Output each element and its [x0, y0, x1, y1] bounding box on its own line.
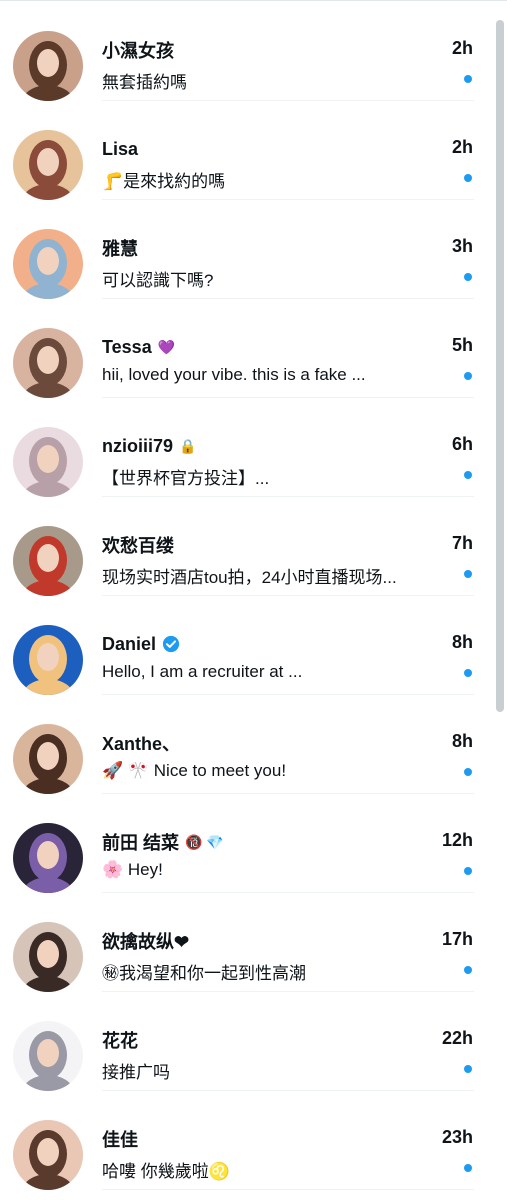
timestamp: 8h: [451, 632, 473, 652]
unread-dot: [464, 570, 472, 578]
conversation-row[interactable]: 欢愁百缕 7h 现场实时酒店tou拍，24小时直播现场...: [0, 495, 490, 596]
message-preview: 哈嘍 你幾歲啦♌: [102, 1162, 230, 1181]
sender-name: Tessa: [102, 336, 152, 357]
avatar-illustrated-man[interactable]: [13, 625, 83, 695]
name-line: Daniel: [102, 632, 180, 656]
name-badge-emoji: 🔞 💎: [185, 833, 224, 850]
message-preview: 無套插約嗎: [102, 73, 187, 92]
avatar-room-figures[interactable]: [13, 526, 83, 596]
timestamp: 7h: [451, 533, 473, 553]
unread-dot: [464, 669, 472, 677]
sender-name: 佳佳: [102, 1130, 138, 1150]
unread-dot: [464, 867, 472, 875]
timestamp: 23h: [441, 1127, 473, 1147]
name-line: Xanthe、: [102, 731, 180, 755]
timestamp: 3h: [451, 236, 473, 256]
avatar-anime-girl[interactable]: [13, 1021, 83, 1091]
unread-dot: [464, 1065, 472, 1073]
conversation-row[interactable]: 前田 结菜 🔞 💎 12h 🌸 Hey!: [0, 792, 490, 893]
avatar-woman-dark[interactable]: [13, 823, 83, 893]
name-line: Lisa: [102, 137, 138, 161]
unread-dot: [464, 372, 472, 380]
name-line: 雅慧: [102, 236, 138, 260]
timestamp: 2h: [451, 137, 473, 157]
avatar-woman-portrait[interactable]: [13, 724, 83, 794]
sender-name: 雅慧: [102, 239, 138, 259]
message-preview: hii, loved your vibe. this is a fake ...: [102, 365, 366, 384]
conversation-row[interactable]: nzioiii79 🔒 6h 【世界杯官方投注】...: [0, 396, 490, 497]
avatar-woman-white[interactable]: [13, 427, 83, 497]
avatar-woman-lying[interactable]: [13, 328, 83, 398]
name-line: nzioiii79 🔒: [102, 434, 196, 458]
timestamp: 12h: [441, 830, 473, 850]
message-preview: 【世界杯官方投注】...: [102, 469, 270, 488]
sender-name: Daniel: [102, 633, 157, 654]
timestamp: 5h: [451, 335, 473, 355]
avatar-woman-closeup[interactable]: [13, 1120, 83, 1190]
name-badge-emoji: 💜: [157, 338, 176, 355]
sender-name: Lisa: [102, 138, 139, 159]
avatar-sunset-beach[interactable]: [13, 229, 83, 299]
conversation-row[interactable]: 欲擒故纵❤ 17h ㊙我渴望和你一起到性高潮: [0, 891, 490, 992]
unread-dot: [464, 1164, 472, 1172]
message-preview: 🌸 Hey!: [102, 860, 163, 879]
verified-badge-icon: [162, 635, 180, 653]
name-line: 花花: [102, 1028, 138, 1052]
conversation-row[interactable]: Lisa 2h 🦵是來找約的嗎: [0, 99, 490, 200]
conversation-row[interactable]: 佳佳 23h 哈嘍 你幾歲啦♌: [0, 1089, 490, 1190]
conversation-row[interactable]: Tessa 💜 5h hii, loved your vibe. this is a …: [0, 297, 490, 398]
row-divider: [102, 1189, 474, 1190]
avatar-collage[interactable]: [13, 130, 83, 200]
message-preview: 接推广吗: [102, 1063, 170, 1082]
conversation-row[interactable]: 雅慧 3h 可以認識下嗎?: [0, 198, 490, 299]
sender-name: 欢愁百缕: [102, 536, 174, 556]
name-line: 小濕女孩: [102, 38, 174, 62]
name-line: 佳佳: [102, 1127, 138, 1151]
avatar-woman-selfie[interactable]: [13, 31, 83, 101]
avatar-woman-peace[interactable]: [13, 922, 83, 992]
conversation-row[interactable]: 小濕女孩 2h 無套插約嗎: [0, 0, 490, 101]
name-line: 欢愁百缕: [102, 533, 174, 557]
name-line: 前田 结菜 🔞 💎: [102, 830, 224, 854]
message-preview: 可以認識下嗎?: [102, 271, 214, 290]
conversation-row[interactable]: Daniel 8h Hello, I am a recruiter at ...: [0, 594, 490, 695]
unread-dot: [464, 768, 472, 776]
timestamp: 8h: [451, 731, 473, 751]
sender-name: 花花: [102, 1031, 138, 1051]
conversation-row[interactable]: 花花 22h 接推广吗: [0, 990, 490, 1091]
name-line: 欲擒故纵❤: [102, 929, 189, 953]
name-line: Tessa 💜: [102, 335, 175, 359]
sender-name: nzioiii79: [102, 435, 174, 456]
sender-name: 小濕女孩: [102, 41, 174, 61]
message-preview: Hello, I am a recruiter at ...: [102, 662, 303, 681]
conversation-list: 小濕女孩 2h 無套插約嗎 Lisa 2h 🦵是來找約的嗎 雅慧 3h 可以認識下嗎? Tessa…: [0, 0, 490, 1190]
timestamp: 6h: [451, 434, 473, 454]
scrollbar[interactable]: [496, 20, 504, 712]
sender-name: Xanthe、: [102, 734, 181, 754]
conversation-row[interactable]: Xanthe、 8h 🚀 🎌 Nice to meet you!: [0, 693, 490, 794]
message-preview: 🚀 🎌 Nice to meet you!: [102, 761, 287, 780]
timestamp: 22h: [441, 1028, 473, 1048]
unread-dot: [464, 966, 472, 974]
sender-name: 前田 结菜: [102, 833, 180, 853]
message-preview: 🦵是來找約的嗎: [102, 172, 226, 191]
timestamp: 17h: [441, 929, 473, 949]
unread-dot: [464, 174, 472, 182]
unread-dot: [464, 273, 472, 281]
name-badge-emoji: 🔒: [179, 437, 197, 454]
message-preview: 现场实时酒店tou拍，24小时直播现场...: [102, 568, 397, 587]
timestamp: 2h: [451, 38, 473, 58]
message-preview: ㊙我渴望和你一起到性高潮: [102, 964, 306, 983]
unread-dot: [464, 75, 472, 83]
unread-dot: [464, 471, 472, 479]
sender-name: 欲擒故纵❤: [102, 932, 190, 952]
